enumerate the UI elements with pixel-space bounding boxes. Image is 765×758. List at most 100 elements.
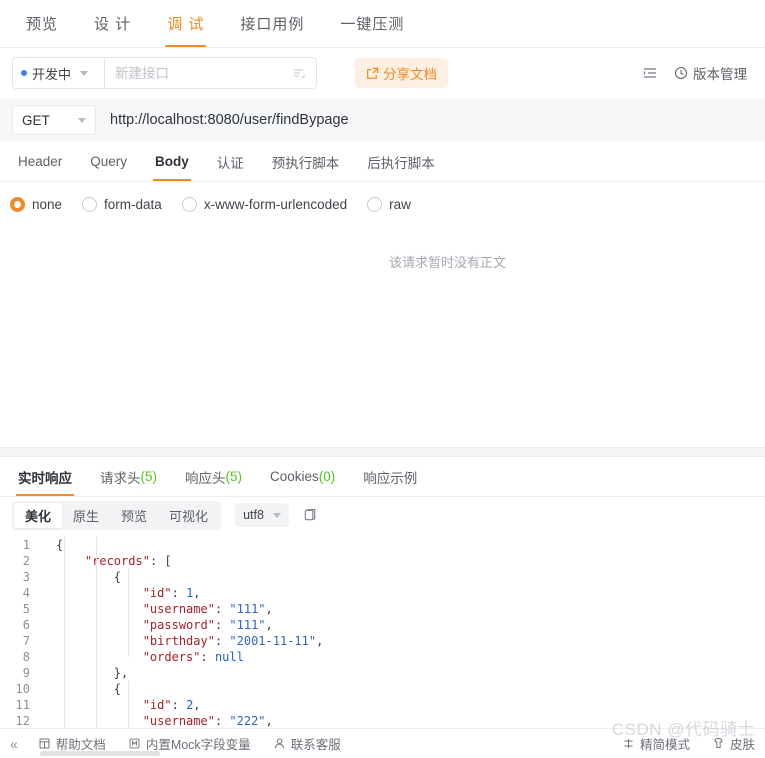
json-token: "222" — [229, 714, 266, 728]
response-tab-realtime[interactable]: 实时响应 — [4, 457, 86, 496]
response-body-scroll[interactable]: 123456789101112131415161718192021 { "rec… — [0, 533, 765, 728]
json-token: : — [214, 602, 230, 616]
json-token: "id" — [142, 586, 172, 600]
json-token: { — [56, 538, 64, 552]
json-token: , — [193, 698, 201, 712]
interface-toolbar: 开发中 分享文档 — [0, 48, 765, 98]
json-token: : — [171, 698, 187, 712]
request-tab-header[interactable]: Header — [4, 142, 76, 181]
tab-debug[interactable]: 调 试 — [149, 0, 222, 47]
share-doc-button[interactable]: 分享文档 — [355, 58, 448, 88]
json-line: { — [40, 537, 765, 553]
horizontal-scrollbar[interactable] — [40, 751, 160, 756]
request-tab-body[interactable]: Body — [141, 142, 203, 181]
line-number: 10 — [15, 682, 30, 696]
compact-mode-button[interactable]: 精简模式 — [622, 734, 690, 753]
top-tab-bar: 预览 设 计 调 试 接口用例 一键压测 — [0, 0, 765, 48]
json-token: "username" — [142, 602, 215, 616]
line-number: 4 — [22, 586, 30, 600]
request-tab-auth[interactable]: 认证 — [203, 142, 258, 181]
format-raw[interactable]: 原生 — [62, 503, 110, 528]
request-tab-pre-script-label: 预执行脚本 — [271, 155, 340, 171]
json-token: : — [171, 586, 187, 600]
line-number: 6 — [22, 618, 30, 632]
line-number: 12 — [15, 714, 30, 728]
response-tab-request-headers[interactable]: 请求头 (5) — [86, 457, 171, 496]
body-type-raw-label: raw — [389, 196, 411, 212]
request-tab-query[interactable]: Query — [76, 142, 141, 181]
request-tab-body-label: Body — [155, 154, 189, 169]
collapse-sidebar-button[interactable]: « — [10, 736, 18, 752]
skin-label: 皮肤 — [729, 738, 755, 752]
status-label: 开发中 — [32, 66, 72, 82]
json-token: , — [265, 602, 273, 616]
json-line: "records": [ — [40, 553, 765, 569]
body-type-raw[interactable]: raw — [367, 196, 411, 212]
json-token: "password" — [142, 618, 215, 632]
format-visualize[interactable]: 可视化 — [158, 503, 219, 528]
contact-support-button[interactable]: 联系客服 — [273, 734, 341, 753]
json-line: "orders": null — [40, 649, 765, 665]
cookies-count: (0) — [318, 469, 336, 484]
url-input[interactable]: http://localhost:8080/user/findBypage — [110, 112, 753, 128]
radio-circle-icon — [181, 196, 197, 212]
json-token: "records" — [84, 554, 150, 568]
format-raw-label: 原生 — [73, 508, 100, 524]
body-empty-message-text: 该请求暂时没有正文 — [388, 255, 506, 270]
copy-icon — [304, 508, 316, 520]
format-preview[interactable]: 预览 — [110, 503, 158, 528]
format-visualize-label: 可视化 — [169, 508, 209, 524]
tab-design-label: 设 计 — [94, 16, 132, 33]
tab-design[interactable]: 设 计 — [76, 0, 149, 47]
request-tab-auth-label: 认证 — [216, 155, 244, 171]
json-token: }, — [113, 666, 129, 680]
format-beautify[interactable]: 美化 — [14, 502, 63, 528]
json-code[interactable]: { "records": [ { "id": 1, "username": "1… — [40, 533, 765, 728]
compact-mode-label: 精简模式 — [639, 738, 690, 752]
request-tab-post-script[interactable]: 后执行脚本 — [353, 142, 449, 181]
json-token: : [ — [149, 554, 172, 568]
json-line: "username": "222", — [40, 713, 765, 728]
book-icon — [39, 738, 50, 749]
tab-stress-test[interactable]: 一键压测 — [322, 0, 422, 47]
json-line: "username": "111", — [40, 601, 765, 617]
body-type-none[interactable]: none — [10, 196, 63, 212]
interface-name-input[interactable] — [115, 65, 292, 81]
request-headers-count: (5) — [140, 469, 158, 484]
method-dropdown[interactable]: GET — [12, 105, 96, 135]
json-token: : — [214, 618, 230, 632]
skin-icon — [714, 738, 723, 749]
line-number: 7 — [22, 634, 30, 648]
indent-guide — [96, 537, 97, 728]
tab-preview[interactable]: 预览 — [8, 0, 76, 47]
request-tab-pre-script[interactable]: 预执行脚本 — [258, 142, 354, 181]
share-doc-label: 分享文档 — [383, 67, 437, 82]
status-dropdown[interactable]: 开发中 — [12, 57, 104, 89]
version-manage-button[interactable]: 版本管理 — [674, 63, 747, 83]
interface-name-field[interactable] — [104, 57, 317, 89]
list-view-icon-button[interactable] — [636, 65, 664, 81]
line-number: 1 — [22, 538, 30, 552]
chevron-down-icon — [78, 117, 86, 123]
method-label: GET — [22, 112, 50, 128]
tab-api-cases[interactable]: 接口用例 — [222, 0, 322, 47]
radio-circle-icon — [82, 196, 98, 212]
body-type-form-data[interactable]: form-data — [82, 196, 162, 212]
clock-icon — [674, 66, 688, 80]
panel-divider[interactable] — [0, 447, 765, 457]
copy-response-button[interactable] — [303, 508, 318, 523]
response-tab-examples[interactable]: 响应示例 — [349, 457, 431, 496]
body-type-urlencoded[interactable]: x-www-form-urlencoded — [181, 196, 347, 212]
json-code-table: 123456789101112131415161718192021 { "rec… — [0, 533, 765, 728]
note-edit-icon[interactable] — [292, 66, 306, 80]
body-type-none-label: none — [32, 196, 63, 212]
response-tab-response-headers[interactable]: 响应头 (5) — [171, 457, 256, 496]
response-tab-cookies[interactable]: Cookies (0) — [256, 457, 349, 496]
json-token: "id" — [142, 698, 172, 712]
tab-preview-label: 预览 — [26, 16, 59, 33]
encoding-dropdown[interactable]: utf8 — [235, 503, 289, 527]
skin-button[interactable]: 皮肤 — [712, 734, 755, 753]
indent-guide — [128, 569, 129, 657]
response-body-viewer[interactable]: 123456789101112131415161718192021 { "rec… — [0, 533, 765, 728]
json-line: "password": "111", — [40, 617, 765, 633]
